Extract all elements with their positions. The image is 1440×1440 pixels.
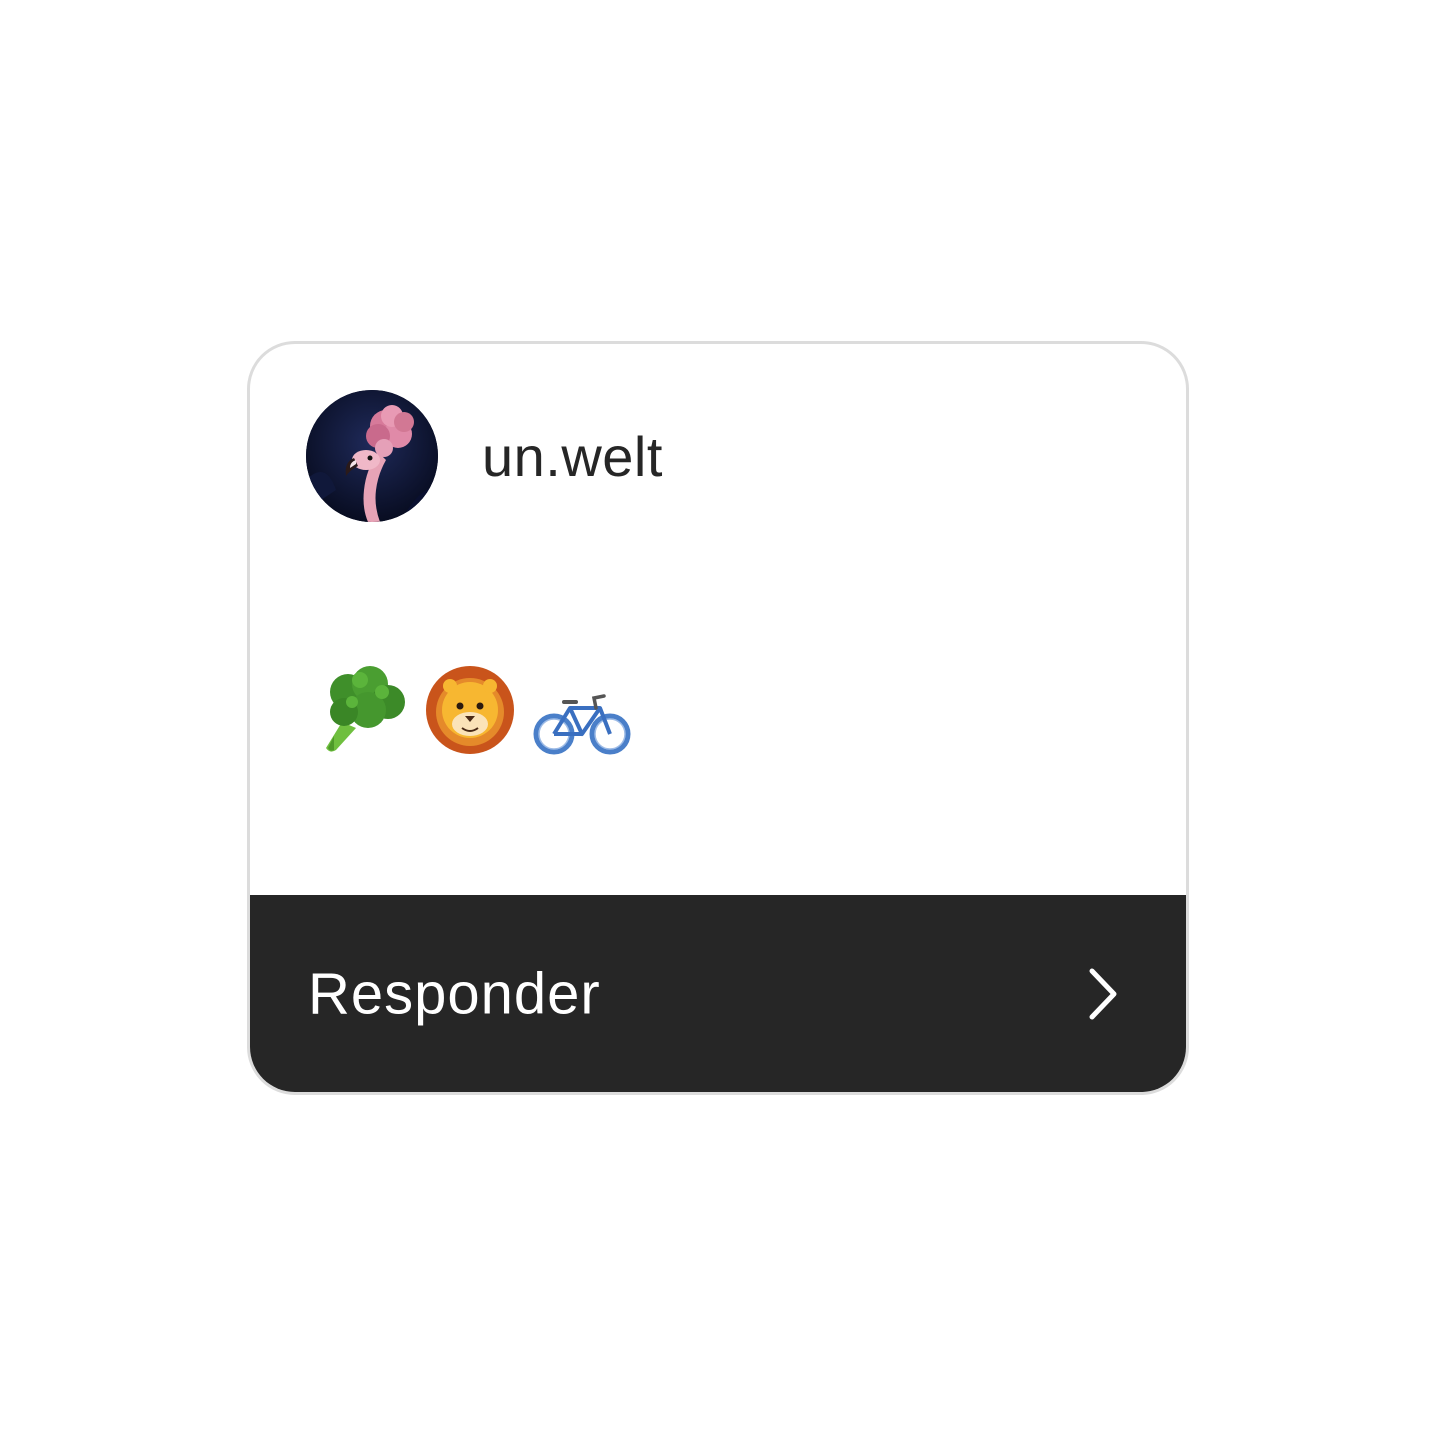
broccoli-icon [312,662,408,758]
message-emojis [312,662,632,758]
chevron-right-icon [1086,967,1120,1021]
reply-button[interactable]: Responder [250,895,1186,1092]
story-reply-card: un.welt Responder [247,341,1189,1095]
reply-label: Responder [308,961,601,1026]
username[interactable]: un.welt [482,424,663,489]
lion-face-icon [422,662,518,758]
bicycle-icon [532,688,632,758]
flamingo-avatar-image [306,390,438,522]
avatar[interactable] [306,390,438,522]
card-header: un.welt [306,390,663,522]
